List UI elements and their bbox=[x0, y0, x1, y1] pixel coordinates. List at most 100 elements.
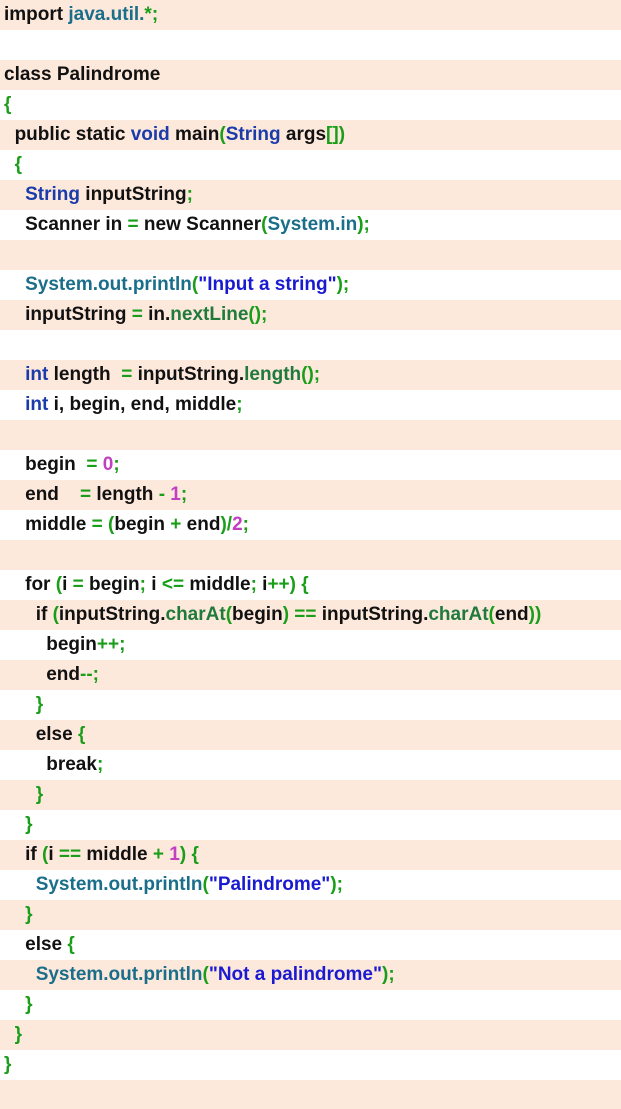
code-token-punct: { bbox=[4, 94, 12, 115]
code-token-punct: ) == bbox=[282, 604, 322, 625]
code-token-ident: end bbox=[46, 664, 81, 685]
code-token-ident: i bbox=[151, 574, 162, 595]
code-token-punct: ; bbox=[186, 184, 193, 205]
code-line: for (i = begin; i <= middle; i++) { bbox=[0, 570, 621, 600]
code-token-punct: ++; bbox=[96, 634, 126, 655]
code-line bbox=[0, 540, 621, 570]
code-token-punct: - bbox=[158, 484, 171, 505]
code-line: middle = (begin + end)/2; bbox=[0, 510, 621, 540]
code-line: inputString = in.nextLine(); bbox=[0, 300, 621, 330]
code-token-ident: begin bbox=[46, 634, 97, 655]
code-token-punct: = bbox=[127, 214, 144, 235]
code-token-ident: Palindrome bbox=[56, 64, 161, 85]
code-token-ident: args bbox=[285, 124, 327, 145]
code-line: public static void main(String args[]) bbox=[0, 120, 621, 150]
code-line: } bbox=[0, 990, 621, 1020]
code-token-kw: break bbox=[46, 754, 97, 775]
code-token-kw: if bbox=[35, 604, 53, 625]
code-token-punct: = bbox=[131, 304, 149, 325]
code-line: end--; bbox=[0, 660, 621, 690]
code-token-api: System.in bbox=[267, 214, 358, 235]
code-token-punct: { bbox=[67, 934, 75, 955]
code-token-punct: } bbox=[25, 994, 33, 1015]
code-token-ident: length bbox=[53, 364, 122, 385]
code-token-kw: public static bbox=[14, 124, 131, 145]
code-token-ident: inputString bbox=[85, 184, 187, 205]
code-token-ident: i bbox=[62, 574, 73, 595]
code-line: import java.util.*; bbox=[0, 0, 621, 30]
code-line bbox=[0, 330, 621, 360]
code-token-punct: ; bbox=[250, 574, 263, 595]
code-line: System.out.println("Palindrome"); bbox=[0, 870, 621, 900]
code-line: int i, begin, end, middle; bbox=[0, 390, 621, 420]
code-token-ident: end bbox=[186, 514, 221, 535]
code-line: int length = inputString.length(); bbox=[0, 360, 621, 390]
code-token-ident: length bbox=[96, 484, 159, 505]
code-line: System.out.println("Input a string"); bbox=[0, 270, 621, 300]
code-token-num: 2 bbox=[232, 514, 243, 535]
code-token-str: "Not a palindrome" bbox=[208, 964, 383, 985]
code-token-type: String bbox=[25, 184, 86, 205]
code-line: Scanner in = new Scanner(System.in); bbox=[0, 210, 621, 240]
code-token-method: charAt bbox=[165, 604, 226, 625]
code-token-punct: { bbox=[77, 724, 86, 745]
code-line: String inputString; bbox=[0, 180, 621, 210]
code-token-punct: --; bbox=[80, 664, 99, 685]
code-token-method: charAt bbox=[428, 604, 489, 625]
code-line: begin = 0; bbox=[0, 450, 621, 480]
code-token-ident: begin bbox=[114, 514, 171, 535]
code-line bbox=[0, 30, 621, 60]
code-token-punct: == bbox=[58, 844, 87, 865]
code-line: else { bbox=[0, 930, 621, 960]
code-line: { bbox=[0, 150, 621, 180]
code-line: } bbox=[0, 810, 621, 840]
code-token-ident: inputString bbox=[25, 304, 132, 325]
code-token-kw: if bbox=[25, 844, 43, 865]
code-token-type: void bbox=[130, 124, 176, 145]
code-line: if (inputString.charAt(begin) == inputSt… bbox=[0, 600, 621, 630]
code-listing: import java.util.*; class Palindrome { pub… bbox=[0, 0, 621, 1109]
code-token-punct: = bbox=[86, 454, 103, 475]
code-token-punct: ; bbox=[96, 754, 104, 775]
code-line: } bbox=[0, 900, 621, 930]
code-token-kw: import bbox=[4, 4, 69, 25]
code-token-punct: <= bbox=[161, 574, 190, 595]
code-token-punct: ; bbox=[139, 574, 152, 595]
code-token-punct: ++) { bbox=[267, 574, 309, 595]
code-token-punct: )) bbox=[528, 604, 542, 625]
code-token-num: 0 bbox=[102, 454, 114, 475]
code-token-ident: end bbox=[25, 484, 81, 505]
code-token-ident: i, begin, end, middle bbox=[53, 394, 237, 415]
code-token-punct: ); bbox=[336, 274, 350, 295]
code-token-punct: []) bbox=[326, 124, 346, 145]
code-token-kw: class bbox=[4, 64, 57, 85]
code-token-ident: begin bbox=[25, 454, 87, 475]
code-token-punct: { bbox=[14, 154, 22, 175]
code-token-type: int bbox=[25, 364, 54, 385]
code-token-method: length bbox=[244, 364, 302, 385]
code-token-api: System.out.println bbox=[35, 874, 203, 895]
code-token-ident: inputString. bbox=[321, 604, 429, 625]
code-token-punct: = bbox=[121, 364, 138, 385]
code-token-api: java.util. bbox=[68, 4, 145, 25]
code-token-punct: = ( bbox=[91, 514, 115, 535]
code-token-punct: ; bbox=[180, 484, 188, 505]
code-token-ident: middle bbox=[25, 514, 92, 535]
code-line: } bbox=[0, 1020, 621, 1050]
code-token-str: "Input a string" bbox=[198, 274, 337, 295]
code-token-punct: } bbox=[35, 694, 44, 715]
code-token-ident: inputString. bbox=[58, 604, 166, 625]
code-token-punct: + bbox=[170, 514, 187, 535]
code-token-punct: ); bbox=[382, 964, 395, 985]
